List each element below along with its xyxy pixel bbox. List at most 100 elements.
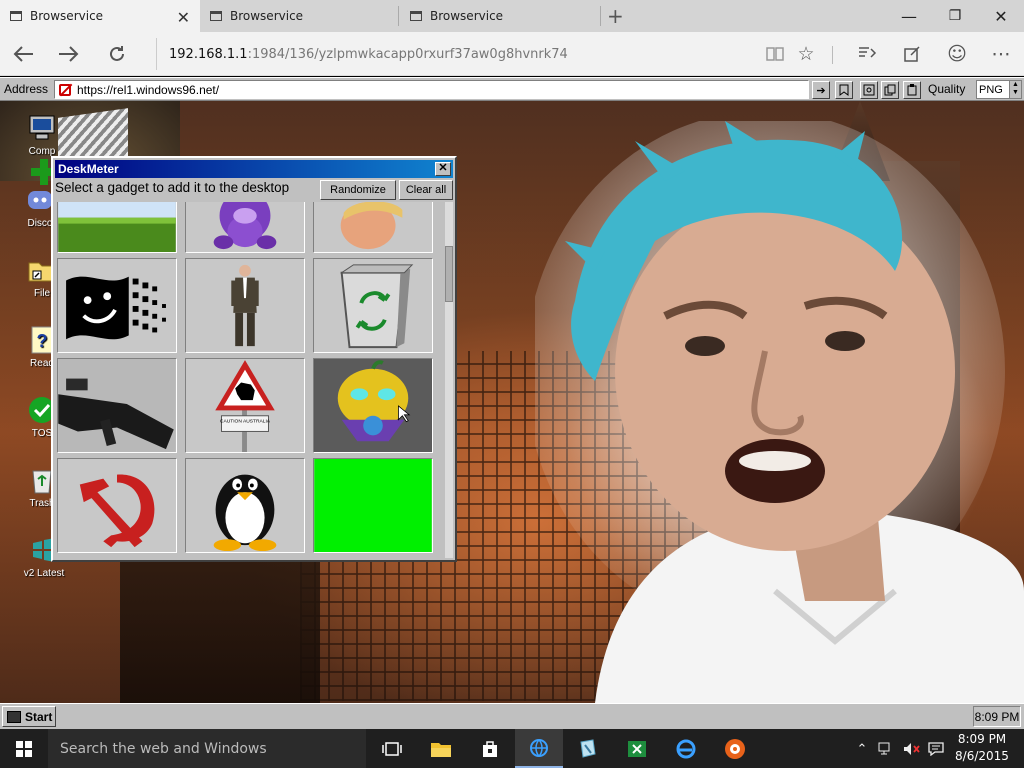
refresh-icon[interactable] — [102, 40, 132, 68]
desktop-icon-label: File — [33, 288, 51, 299]
edge-icon[interactable] — [515, 729, 563, 768]
sign-text: CAUTION AUSTRALIA — [220, 419, 271, 425]
url-input[interactable]: 192.168.1.1:1984/136/yzlpmwkacapp0rxurf3… — [156, 38, 826, 70]
favorite-star-icon[interactable]: ☆ — [791, 40, 821, 68]
copy-icon[interactable] — [881, 81, 899, 99]
page-icon — [410, 11, 422, 21]
win96-clock: 8:09 PM — [973, 706, 1021, 727]
minimize-button[interactable]: — — [886, 0, 932, 32]
win96-taskbar: Start 8:09 PM — [0, 703, 1024, 729]
feedback-smiley-icon[interactable]: ☺ — [942, 40, 972, 68]
close-icon[interactable]: ✕ — [435, 162, 451, 176]
purple-gorilla-gadget[interactable] — [185, 202, 305, 253]
green-square-gadget[interactable] — [313, 458, 433, 553]
address-value: https://rel1.windows96.net/ — [77, 82, 220, 97]
browser-tab-strip: Browservice ✕ Browservice Browservice + … — [0, 0, 1024, 32]
file-explorer-icon[interactable] — [417, 729, 465, 768]
computer-icon — [29, 115, 55, 140]
win96-start-button[interactable]: Start — [2, 706, 56, 727]
deskmeter-window: DeskMeter ✕ Select a gadget to add it to… — [51, 156, 457, 562]
win96-desktop: Comp Disco File ? Read TOS Trash v2 Late… — [0, 101, 1024, 703]
desktop-icon-label: Disco — [27, 218, 53, 229]
ie-icon[interactable] — [662, 729, 710, 768]
quality-select[interactable]: PNG ▲ ▼ — [976, 80, 1022, 99]
deskmeter-prompt: Select a gadget to add it to the desktop — [55, 180, 290, 195]
taskbar-clock[interactable]: 8:09 PM 8/6/2015 — [952, 731, 1012, 765]
page-icon — [10, 11, 22, 21]
address-input[interactable]: https://rel1.windows96.net/ — [54, 80, 809, 99]
desktop-icon-label: v2 Latest — [23, 568, 65, 579]
url-path: :1984/136/yzlpmwkacapp0rxurf37aw0g8hvnrk… — [247, 46, 568, 62]
clear-all-button[interactable]: Clear all — [399, 180, 453, 200]
clock-date: 8/6/2015 — [955, 749, 1009, 763]
new-tab-button[interactable]: + — [607, 4, 624, 28]
tab-close-icon[interactable]: ✕ — [177, 8, 190, 27]
grass-gadget[interactable] — [57, 202, 177, 253]
gun-gadget[interactable] — [57, 358, 177, 453]
close-window-button[interactable]: ✕ — [978, 0, 1024, 32]
tab-separator — [398, 6, 399, 26]
reading-view-icon[interactable] — [760, 40, 790, 68]
task-view-icon[interactable] — [368, 729, 416, 768]
quality-value: PNG — [979, 83, 1003, 96]
recycle-bin-gadget[interactable] — [313, 258, 433, 353]
face-head-gadget[interactable] — [313, 202, 433, 253]
gadget-grid: CAUTION AUSTRALIA — [55, 202, 444, 558]
desktop-icon-label: TOS — [31, 428, 53, 439]
start-label: Start — [25, 709, 53, 724]
nav-divider — [832, 46, 833, 64]
page-icon — [210, 11, 222, 21]
browser-nav-bar: 192.168.1.1:1984/136/yzlpmwkacapp0rxurf3… — [0, 32, 1024, 76]
paint-icon[interactable] — [564, 729, 612, 768]
hub-icon[interactable] — [852, 40, 882, 68]
clock-time: 8:09 PM — [957, 732, 1007, 746]
windows-taskbar: Search the web and Windows ⌃ 8:09 PM 8/6… — [0, 729, 1024, 768]
search-placeholder: Search the web and Windows — [60, 740, 267, 757]
taskbar-search-box[interactable]: Search the web and Windows — [48, 729, 366, 768]
bookmark-icon[interactable] — [835, 81, 853, 99]
web-note-icon[interactable] — [897, 40, 927, 68]
back-arrow-icon[interactable] — [8, 40, 38, 68]
paste-icon[interactable] — [903, 81, 921, 99]
volume-muted-icon[interactable] — [902, 739, 922, 759]
tab-separator — [600, 6, 601, 26]
find-icon[interactable] — [860, 81, 878, 99]
quality-label: Quality — [928, 82, 966, 96]
browservice-toolbar: Address https://rel1.windows96.net/ ➔ Qu… — [0, 77, 1024, 101]
network-icon[interactable] — [876, 739, 896, 759]
windows-start-button[interactable] — [0, 729, 48, 768]
spinner-arrows-icon[interactable]: ▲ ▼ — [1009, 81, 1021, 98]
winamp-smile-flag-gadget[interactable] — [57, 258, 177, 353]
forward-arrow-icon[interactable] — [54, 40, 84, 68]
more-icon[interactable]: ⋯ — [986, 40, 1016, 68]
man-in-suit-gadget[interactable] — [185, 258, 305, 353]
chevron-up-icon[interactable]: ⌃ — [852, 739, 872, 759]
svg-text:?: ? — [37, 331, 48, 351]
tab-title: Browservice — [30, 9, 104, 23]
hammer-and-sickle-gadget[interactable] — [57, 458, 177, 553]
tab-title: Browservice — [230, 9, 304, 23]
restore-button[interactable]: ❐ — [932, 0, 978, 32]
go-arrow-icon[interactable]: ➔ — [812, 81, 830, 99]
tab-browservice-3[interactable]: Browservice — [400, 0, 600, 32]
excel-icon[interactable] — [613, 729, 661, 768]
caution-australia-sign-gadget[interactable]: CAUTION AUSTRALIA — [185, 358, 305, 453]
pumpkin-globe-gadget[interactable] — [313, 358, 433, 453]
scrollbar-thumb[interactable] — [445, 246, 453, 302]
address-label: Address — [4, 82, 49, 96]
tab-title: Browservice — [430, 9, 504, 23]
windows-logo-icon — [7, 710, 21, 723]
window-title: DeskMeter — [58, 162, 119, 176]
store-icon[interactable] — [466, 729, 514, 768]
gadget-scrollbar[interactable] — [445, 202, 453, 558]
deskmeter-titlebar[interactable]: DeskMeter ✕ — [55, 160, 453, 178]
windows-logo-icon — [16, 740, 32, 757]
tab-browservice-2[interactable]: Browservice — [200, 0, 400, 32]
media-icon[interactable] — [711, 729, 759, 768]
randomize-button[interactable]: Randomize — [320, 180, 396, 200]
url-host: 192.168.1.1 — [169, 46, 248, 62]
tab-browservice-1[interactable]: Browservice ✕ — [0, 0, 200, 32]
action-center-icon[interactable] — [926, 739, 946, 759]
tux-penguin-gadget[interactable] — [185, 458, 305, 553]
wallpaper-person — [535, 121, 1024, 703]
